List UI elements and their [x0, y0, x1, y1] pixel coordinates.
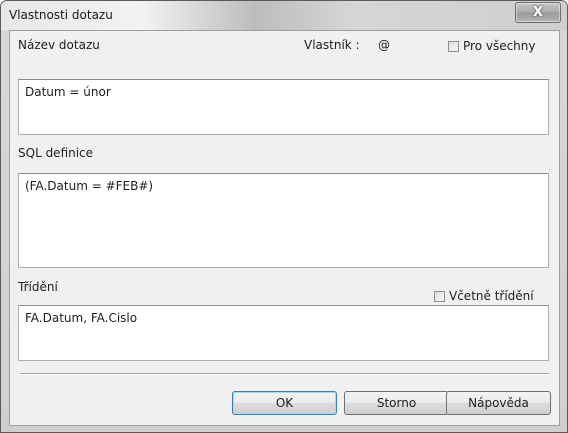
query-name-value: Datum = únor: [25, 85, 111, 99]
include-sorting-label: Včetně třídění: [449, 289, 534, 303]
ok-button[interactable]: OK: [232, 391, 337, 415]
dialog-client-area: Název dotazu Vlastník : @ Pro všechny Da…: [9, 30, 560, 426]
sorting-label: Třídění: [18, 280, 58, 294]
include-sorting-checkbox[interactable]: Včetně třídění: [434, 289, 534, 303]
help-button[interactable]: Nápověda: [446, 391, 551, 415]
buttons-separator: [20, 373, 549, 375]
close-icon: X: [532, 5, 544, 20]
sql-definition-field[interactable]: (FA.Datum = #FEB#): [18, 173, 549, 268]
cancel-button[interactable]: Storno: [344, 391, 449, 415]
close-button[interactable]: X: [515, 2, 561, 23]
sql-definition-label: SQL definice: [18, 146, 94, 160]
sorting-field[interactable]: FA.Datum, FA.Cislo: [18, 305, 549, 361]
sql-definition-value: (FA.Datum = #FEB#): [25, 179, 154, 193]
owner-label: Vlastník :: [304, 38, 360, 52]
query-name-field[interactable]: Datum = únor: [18, 79, 549, 135]
for-all-checkbox-box[interactable]: [448, 40, 459, 52]
include-sorting-checkbox-box[interactable]: [434, 290, 445, 302]
window-title: Vlastnosti dotazu: [9, 8, 113, 22]
title-bar[interactable]: Vlastnosti dotazu X: [1, 1, 567, 30]
sorting-value: FA.Datum, FA.Cislo: [25, 311, 138, 325]
dialog-window: Vlastnosti dotazu X Název dotazu Vlastní…: [0, 0, 568, 433]
for-all-checkbox[interactable]: Pro všechny: [448, 39, 536, 53]
query-name-label: Název dotazu: [18, 38, 100, 52]
owner-value: @: [378, 38, 390, 52]
for-all-label: Pro všechny: [463, 39, 536, 53]
